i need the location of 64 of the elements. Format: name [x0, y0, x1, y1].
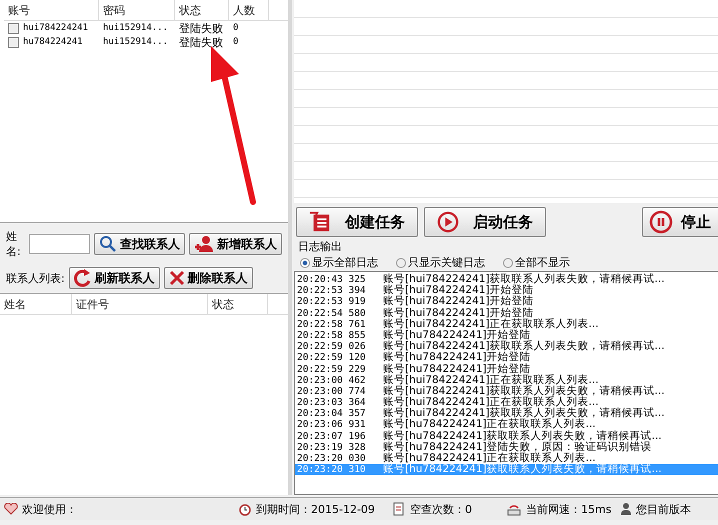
- task-button[interactable]: 停止: [642, 207, 718, 237]
- log-row[interactable]: 20:23:00 462 账号[hui784224241]正在获取联系人列表...: [295, 374, 718, 386]
- log-row[interactable]: 20:23:00 774 账号[hui784224241]获取联系人列表失败，请稍候再试...: [295, 386, 718, 398]
- contact-button[interactable]: 刷新联系人: [68, 267, 160, 289]
- log-filter-radio[interactable]: 显示全部日志: [300, 255, 378, 270]
- add-user-icon: [194, 235, 214, 253]
- log-row[interactable]: 20:23:20 030 账号[hu784224241]正在获取联系人列表...: [295, 453, 718, 464]
- table-cell-text: 登陆失败: [178, 20, 224, 36]
- log-row[interactable]: 20:22:53 919 账号[hui784224241]开始登陆: [295, 296, 718, 308]
- table-cell-text: 登陆失败: [178, 34, 224, 50]
- heart-icon: [4, 503, 18, 515]
- contact-list-label: 联系人列表:: [6, 270, 65, 286]
- table-cell-text: 0: [232, 37, 240, 47]
- column-header[interactable]: 密码: [99, 0, 175, 20]
- column-header[interactable]: 人数: [229, 0, 269, 20]
- task-button[interactable]: 启动任务: [424, 207, 546, 237]
- table-cell-text: 0: [232, 23, 240, 33]
- column-header[interactable]: 账号: [4, 0, 99, 20]
- alarm-clock-icon: [238, 502, 252, 516]
- log-row[interactable]: 20:22:58 761 账号[hui784224241]正在获取联系人列表...: [295, 318, 718, 330]
- status-text: 当前网速：15ms: [526, 502, 612, 516]
- table-cell-text: hui152914...: [102, 37, 170, 47]
- column-header[interactable]: 状态: [175, 0, 229, 20]
- contact-button[interactable]: 查找联系人: [94, 233, 185, 255]
- status-text: 您目前版本: [636, 502, 691, 516]
- search-icon: [99, 235, 117, 253]
- log-row[interactable]: 20:23:04 357 账号[hui784224241]获取联系人列表失败，请稍候再试...: [295, 408, 718, 420]
- log-filter-radio[interactable]: 全部不显示: [503, 255, 570, 270]
- column-header[interactable]: 姓名: [0, 294, 72, 314]
- log-row[interactable]: 20:22:59 120 账号[hu784224241]开始登陆: [295, 352, 718, 364]
- log-row[interactable]: 20:22:58 855 账号[hu784224241]开始登陆: [295, 330, 718, 342]
- table-cell-text: hui152914...: [102, 23, 170, 33]
- column-header[interactable]: 证件号: [72, 294, 208, 314]
- log-row[interactable]: 20:22:54 580 账号[hui784224241]开始登陆: [295, 308, 718, 319]
- log-row[interactable]: 20:22:53 394 账号[hui784224241]开始登陆: [295, 285, 718, 296]
- log-row[interactable]: 20:23:03 364 账号[hui784224241]正在获取联系人列表...: [295, 397, 718, 408]
- column-header[interactable]: 状态: [208, 294, 268, 314]
- task-button[interactable]: 创建任务: [296, 207, 418, 237]
- play-icon: [437, 210, 459, 234]
- name-input-field[interactable]: [29, 234, 90, 254]
- status-text: 空查次数：0: [410, 502, 472, 516]
- delete-icon: [168, 270, 185, 286]
- log-row[interactable]: 20:23:19 328 账号[hu784224241]登陆失败，原因：验证码识别错误: [295, 442, 718, 453]
- contact-button[interactable]: 新增联系人: [189, 233, 282, 255]
- log-row[interactable]: 20:23:06 931 账号[hu784224241]正在获取联系人列表...: [295, 419, 718, 431]
- refresh-icon: [74, 268, 92, 288]
- pause-icon: [649, 210, 673, 234]
- checkbox[interactable]: [8, 36, 19, 48]
- table-cell: hu784224241: [23, 37, 83, 47]
- log-filter-radio[interactable]: 只显示关键日志: [396, 255, 485, 270]
- log-row[interactable]: 20:22:59 229 账号[hu784224241]开始登陆: [295, 364, 718, 375]
- log-row[interactable]: 20:20:43 325 账号[hui784224241]获取联系人列表失败，请稍候再试...: [295, 274, 718, 286]
- note-icon: [392, 502, 406, 516]
- table-cell: hui784224241: [23, 23, 88, 33]
- log-row[interactable]: 20:23:07 196 账号[hu784224241]获取联系人列表失败，请稍候再试...: [295, 430, 718, 442]
- log-title: 日志输出: [297, 239, 343, 254]
- name-label: 姓名:: [6, 229, 22, 259]
- checkbox[interactable]: [8, 22, 19, 34]
- contact-button[interactable]: 删除联系人: [164, 267, 253, 289]
- status-text: 到期时间：2015-12-09: [256, 502, 375, 516]
- status-text: 欢迎使用：: [22, 502, 77, 516]
- user-icon: [620, 502, 632, 516]
- list-icon: [309, 211, 331, 233]
- log-row[interactable]: 20:22:59 026 账号[hui784224241]获取联系人列表失败，请稍候再试...: [295, 341, 718, 352]
